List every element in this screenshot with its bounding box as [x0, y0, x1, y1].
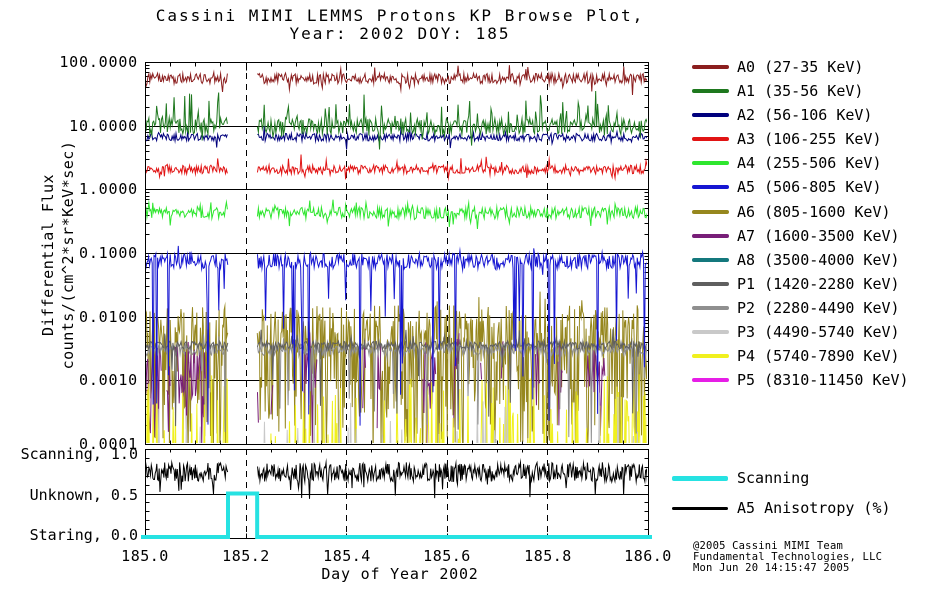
legend-swatch-p5b: [692, 402, 729, 406]
x-tick-185p4: 185.4: [323, 547, 371, 565]
y-tick-100: 100.0000: [59, 53, 138, 71]
legend-label-anisotropy: A5 Anisotropy (%): [737, 499, 891, 517]
legend-label-p1: P1 (1420-2280 KeV): [737, 275, 900, 293]
legend-label-a2: A2 (56-106 KeV): [737, 106, 873, 124]
legend-swatch-a1: [692, 89, 729, 93]
legend-swatch-a8: [692, 258, 729, 262]
legend-swatch-p5: [692, 378, 729, 382]
plot-title-line1: Cassini MIMI LEMMS Protons KP Browse Plo…: [155, 6, 645, 25]
legend-item-p5: P5 (8310-11450 KeV): [692, 371, 909, 389]
status-tick-staring: Staring, 0.0: [29, 526, 138, 544]
y-tick-0p01: 0.0100: [79, 308, 138, 326]
status-tick-scanning: Scanning, 1.0: [20, 445, 138, 463]
legend-label-p2: P2 (2280-4490 KeV): [737, 299, 900, 317]
x-tick-185p6: 185.6: [423, 547, 471, 565]
legend-swatch-a5: [692, 185, 729, 189]
legend-swatch-a2: [692, 113, 729, 117]
y-tick-0p1: 0.1000: [79, 244, 138, 262]
legend-swatch-a3: [692, 137, 729, 141]
legend-item-a1: A1 (35-56 KeV): [692, 82, 864, 100]
y-tick-10: 10.0000: [69, 117, 138, 135]
legend-label-a3: A3 (106-255 KeV): [737, 130, 882, 148]
legend-swatch-scanning: [672, 475, 728, 481]
legend-swatch-p3: [692, 330, 729, 334]
legend-label-p3: P3 (4490-5740 KeV): [737, 323, 900, 341]
legend-swatch-a4: [692, 161, 729, 165]
credit-line3: Mon Jun 20 14:15:47 2005: [693, 562, 850, 574]
legend-item-a2: A2 (56-106 KeV): [692, 106, 873, 124]
legend-item-p2: P2 (2280-4490 KeV): [692, 299, 900, 317]
legend-swatch-a7: [692, 234, 729, 238]
legend-item-a6: A6 (805-1600 KeV): [692, 203, 891, 221]
legend-item-anisotropy: A5 Anisotropy (%): [672, 499, 891, 517]
legend-label-p5: P5 (8310-11450 KeV): [737, 371, 909, 389]
plot-title-line2: Year: 2002 DOY: 185: [289, 24, 511, 43]
legend-label-a6: A6 (805-1600 KeV): [737, 203, 891, 221]
legend-label-a8: A8 (3500-4000 KeV): [737, 251, 900, 269]
legend-item-a0: A0 (27-35 KeV): [692, 58, 864, 76]
status-tick-unknown: Unknown, 0.5: [29, 486, 138, 504]
legend-swatch-a6: [692, 210, 729, 214]
legend-item-a4: A4 (255-506 KeV): [692, 154, 882, 172]
x-tick-185p8: 185.8: [524, 547, 572, 565]
legend-swatch-a0: [692, 65, 729, 69]
credit-block: @2005 Cassini MIMI Team Fundamental Tech…: [693, 541, 882, 574]
legend-item-a7: A7 (1600-3500 KeV): [692, 227, 900, 245]
legend-swatch-p4: [692, 354, 729, 358]
legend-swatch-p1: [692, 282, 729, 286]
legend-swatch-p2: [692, 306, 729, 310]
legend-item-p5b: [692, 396, 737, 412]
legend-label-a0: A0 (27-35 KeV): [737, 58, 864, 76]
legend-label-a7: A7 (1600-3500 KeV): [737, 227, 900, 245]
x-tick-185p2: 185.2: [222, 547, 270, 565]
browse-plot-page: Cassini MIMI LEMMS Protons KP Browse Plo…: [0, 0, 950, 600]
legend-label-a4: A4 (255-506 KeV): [737, 154, 882, 172]
legend-label-scanning: Scanning: [737, 469, 810, 487]
legend-item-scanning: Scanning: [672, 469, 810, 487]
legend-item-a5: A5 (506-805 KeV): [692, 178, 882, 196]
x-tick-185p0: 185.0: [121, 547, 169, 565]
y-tick-1: 1.0000: [79, 180, 138, 198]
y-tick-0p001: 0.0010: [79, 371, 138, 389]
legend-item-p4: P4 (5740-7890 KeV): [692, 347, 900, 365]
legend-label-a1: A1 (35-56 KeV): [737, 82, 864, 100]
legend-label-p4: P4 (5740-7890 KeV): [737, 347, 900, 365]
legend-swatch-anisotropy: [672, 506, 728, 510]
x-axis-label: Day of Year 2002: [321, 565, 479, 583]
legend-item-p1: P1 (1420-2280 KeV): [692, 275, 900, 293]
x-tick-186p0: 186.0: [624, 547, 672, 565]
legend-item-a3: A3 (106-255 KeV): [692, 130, 882, 148]
legend-item-a8: A8 (3500-4000 KeV): [692, 251, 900, 269]
legend-item-p3: P3 (4490-5740 KeV): [692, 323, 900, 341]
legend-label-a5: A5 (506-805 KeV): [737, 178, 882, 196]
